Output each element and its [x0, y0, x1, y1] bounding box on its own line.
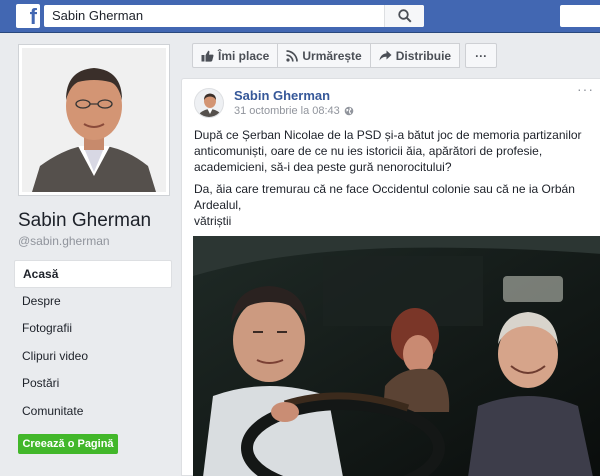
- post-paragraph: Da, ăia care tremurau că ne face Occiden…: [194, 182, 575, 212]
- rss-icon: [286, 49, 299, 62]
- facebook-logo[interactable]: f: [16, 4, 40, 29]
- like-button[interactable]: Îmi place: [192, 43, 279, 68]
- post-body: După ce Șerban Nicolae de la PSD și-a bă…: [194, 127, 598, 235]
- top-navigation-bar: f Sabin Gherman: [0, 0, 600, 33]
- post-author-avatar[interactable]: [194, 88, 224, 118]
- post-card: Sabin Gherman 31 octombrie la 08:43 ··· …: [181, 78, 600, 476]
- search-input[interactable]: Sabin Gherman: [52, 8, 143, 23]
- profile-picture[interactable]: [18, 44, 170, 196]
- thumbs-up-icon: [201, 50, 214, 62]
- follow-button[interactable]: Urmărește: [277, 43, 371, 68]
- share-arrow-icon: [379, 50, 392, 61]
- post-paragraph: vătriștii: [194, 214, 232, 228]
- share-label: Distribuie: [395, 48, 452, 63]
- more-options-button[interactable]: ···: [465, 43, 498, 68]
- share-button[interactable]: Distribuie: [369, 43, 461, 68]
- post-author-name[interactable]: Sabin Gherman: [234, 88, 330, 103]
- nav-item-posts[interactable]: Postări: [14, 370, 172, 398]
- nav-item-photos[interactable]: Fotografii: [14, 315, 172, 343]
- nav-item-videos[interactable]: Clipuri video: [14, 343, 172, 371]
- search-button[interactable]: [384, 5, 424, 27]
- post-paragraph: După ce Șerban Nicolae de la PSD și-a bă…: [194, 128, 582, 174]
- search-box[interactable]: Sabin Gherman: [44, 5, 424, 27]
- follow-label: Urmărește: [302, 48, 362, 63]
- nav-item-home[interactable]: Acasă: [14, 260, 172, 288]
- post-options-menu[interactable]: ···: [577, 81, 594, 97]
- like-label: Îmi place: [218, 48, 270, 63]
- nav-item-community[interactable]: Comunitate: [14, 398, 172, 426]
- post-photo[interactable]: [193, 236, 600, 476]
- search-icon: [398, 9, 412, 23]
- profile-photo: [22, 48, 166, 192]
- page-name[interactable]: Sabin Gherman: [18, 210, 151, 232]
- post-timestamp[interactable]: 31 octombrie la 08:43: [234, 105, 354, 117]
- page-navigation: Acasă Despre Fotografii Clipuri video Po…: [14, 260, 172, 425]
- globe-icon: [344, 106, 354, 116]
- post-time-text: 31 octombrie la 08:43: [234, 105, 340, 117]
- page-handle[interactable]: @sabin.gherman: [18, 234, 110, 248]
- nav-item-about[interactable]: Despre: [14, 288, 172, 316]
- page-action-bar: Îmi place Urmărește Distribuie ···: [192, 43, 498, 68]
- top-right-field[interactable]: [560, 5, 600, 27]
- create-page-button[interactable]: Creează o Pagină: [18, 434, 118, 454]
